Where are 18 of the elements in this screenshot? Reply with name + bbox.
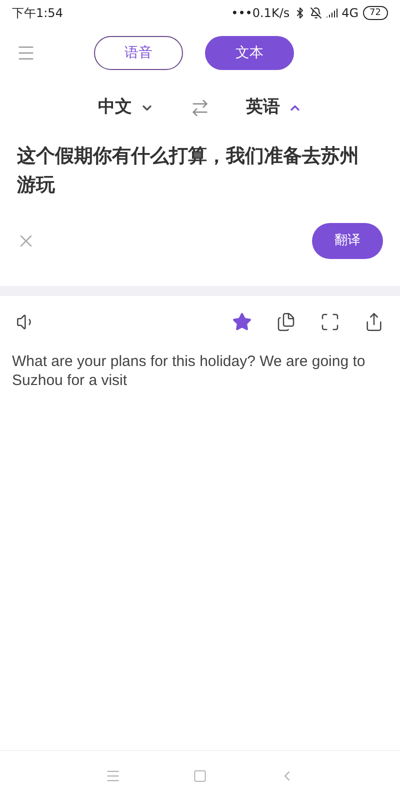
bell-off-icon <box>310 7 322 19</box>
language-selector[interactable]: 中文 <box>98 95 154 121</box>
star-icon[interactable] <box>232 312 252 332</box>
translate-button[interactable]: 翻译 <box>312 223 383 259</box>
fullscreen-icon[interactable] <box>320 312 340 332</box>
battery-level: 72 <box>362 6 388 20</box>
network-type: 4G <box>342 5 359 22</box>
home-icon[interactable] <box>193 768 207 782</box>
share-icon[interactable] <box>364 312 384 332</box>
translation-text: What are your plans for this holiday? We are going to Suzhou for a visit <box>11 352 366 390</box>
language-selector[interactable]: 英语 <box>246 95 302 121</box>
status-time: 下午1:54 <box>12 5 63 22</box>
copy-icon[interactable] <box>276 312 296 332</box>
network-speed: •••0.1K/s <box>231 5 290 22</box>
mode-tab[interactable]: 语音 <box>94 36 183 70</box>
mode-tab[interactable]: 文本 <box>205 36 294 70</box>
input-field[interactable]: 这个假期你有什么打算，我们准备去苏州游玩 <box>0 136 400 216</box>
swap-icon[interactable] <box>190 98 210 118</box>
